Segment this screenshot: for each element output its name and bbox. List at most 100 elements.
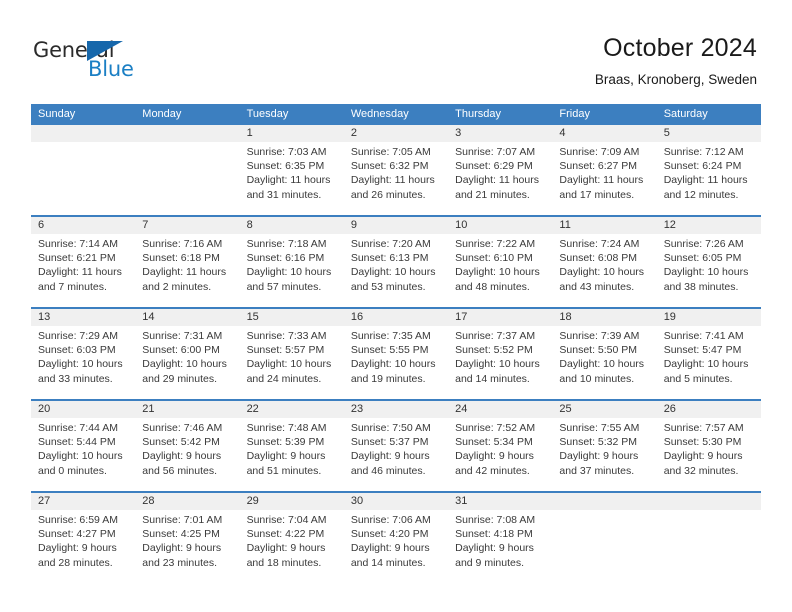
day-number[interactable]: 20	[31, 401, 135, 418]
day-cell[interactable]: Sunrise: 7:31 AM Sunset: 6:00 PM Daylight:…	[135, 326, 239, 399]
day-detail-line: Sunrise: 7:44 AM	[38, 422, 118, 434]
day-detail-line: Sunset: 6:35 PM	[246, 160, 325, 173]
week-detail-row: Sunrise: 7:29 AM Sunset: 6:03 PM Daylight:…	[31, 326, 761, 399]
day-detail-line: and 28 minutes.	[38, 556, 113, 569]
day-cell[interactable]: Sunrise: 7:05 AM Sunset: 6:32 PM Daylight:…	[344, 142, 448, 215]
day-cell[interactable]: Sunrise: 7:48 AM Sunset: 5:39 PM Daylight:…	[240, 418, 344, 491]
week-date-number-band: 13 14 15 16 17 18 19	[31, 309, 761, 326]
day-number[interactable]: 9	[344, 217, 448, 234]
day-number[interactable]: 26	[657, 401, 761, 418]
day-detail-line: and 14 minutes.	[455, 372, 530, 385]
day-detail-line: Sunset: 5:34 PM	[455, 436, 533, 449]
day-cell[interactable]: Sunrise: 7:39 AM Sunset: 5:50 PM Daylight:…	[552, 326, 656, 399]
day-cell[interactable]: Sunrise: 7:01 AM Sunset: 4:25 PM Daylight:…	[135, 510, 239, 583]
day-number[interactable]: 1	[240, 125, 344, 142]
day-detail-line: Sunrise: 7:18 AM	[246, 238, 327, 250]
day-number[interactable]: 19	[657, 309, 761, 326]
day-number[interactable]: 31	[448, 493, 552, 510]
day-detail-line: and 46 minutes.	[350, 464, 426, 477]
day-cell[interactable]: Sunrise: 7:03 AM Sunset: 6:35 PM Daylight:…	[240, 142, 344, 215]
day-cell[interactable]: Sunrise: 6:59 AM Sunset: 4:27 PM Daylight:…	[31, 510, 135, 583]
day-cell[interactable]: Sunrise: 7:04 AM Sunset: 4:22 PM Daylight:…	[240, 510, 344, 583]
brand-logo[interactable]: General Blue	[33, 38, 153, 84]
day-detail-line: Daylight: 9 hours	[38, 542, 117, 555]
day-cell[interactable]: Sunrise: 7:57 AM Sunset: 5:30 PM Daylight:…	[657, 418, 761, 491]
day-cell[interactable]: Sunrise: 7:22 AM Sunset: 6:10 PM Daylight:…	[448, 234, 552, 307]
day-cell[interactable]: Sunrise: 7:14 AM Sunset: 6:21 PM Daylight:…	[31, 234, 135, 307]
day-cell[interactable]: Sunrise: 7:26 AM Sunset: 6:05 PM Daylight:…	[657, 234, 761, 307]
day-number[interactable]: 2	[344, 125, 448, 142]
day-cell[interactable]: Sunrise: 7:07 AM Sunset: 6:29 PM Daylight:…	[448, 142, 552, 215]
day-number[interactable]: 6	[31, 217, 135, 234]
day-detail-line: Sunset: 5:44 PM	[38, 436, 116, 449]
day-detail-line: Daylight: 9 hours	[246, 450, 326, 463]
day-detail-line: and 42 minutes.	[455, 464, 530, 477]
day-cell[interactable]: Sunrise: 7:29 AM Sunset: 6:03 PM Daylight:…	[31, 326, 135, 399]
day-detail-line: Daylight: 9 hours	[142, 450, 222, 463]
day-cell[interactable]: Sunrise: 7:20 AM Sunset: 6:13 PM Daylight:…	[344, 234, 448, 307]
day-number[interactable]: 28	[135, 493, 239, 510]
day-number-empty	[31, 125, 135, 142]
day-number[interactable]: 14	[135, 309, 239, 326]
day-number[interactable]: 5	[657, 125, 761, 142]
day-detail-line: and 9 minutes.	[455, 556, 525, 569]
day-number[interactable]: 17	[448, 309, 552, 326]
day-number[interactable]: 10	[448, 217, 552, 234]
day-detail-line: Sunset: 5:37 PM	[350, 436, 429, 449]
day-detail-line: and 33 minutes.	[38, 372, 113, 385]
day-number[interactable]: 22	[240, 401, 344, 418]
day-cell[interactable]: Sunrise: 7:06 AM Sunset: 4:20 PM Daylight:…	[344, 510, 448, 583]
day-number[interactable]: 27	[31, 493, 135, 510]
day-detail-line: and 29 minutes.	[142, 372, 217, 385]
day-cell[interactable]: Sunrise: 7:35 AM Sunset: 5:55 PM Daylight:…	[344, 326, 448, 399]
day-number[interactable]: 4	[552, 125, 656, 142]
day-cell[interactable]: Sunrise: 7:41 AM Sunset: 5:47 PM Daylight:…	[657, 326, 761, 399]
day-number[interactable]: 24	[448, 401, 552, 418]
day-number[interactable]: 8	[240, 217, 344, 234]
day-cell[interactable]: Sunrise: 7:09 AM Sunset: 6:27 PM Daylight:…	[552, 142, 656, 215]
day-detail-line: Sunset: 5:50 PM	[559, 344, 638, 357]
day-detail-line: Sunset: 4:22 PM	[246, 528, 325, 541]
day-number[interactable]: 23	[344, 401, 448, 418]
day-detail-line: Daylight: 10 hours	[246, 266, 332, 279]
day-detail-line: Daylight: 11 hours	[663, 174, 748, 187]
day-number[interactable]: 12	[657, 217, 761, 234]
day-cell[interactable]: Sunrise: 7:52 AM Sunset: 5:34 PM Daylight:…	[448, 418, 552, 491]
day-number[interactable]: 7	[135, 217, 239, 234]
day-detail-line: Daylight: 11 hours	[559, 174, 644, 187]
day-number[interactable]: 3	[448, 125, 552, 142]
day-detail-line: and 24 minutes.	[246, 372, 322, 385]
weekday-header-tuesday: Tuesday	[246, 108, 289, 120]
day-number[interactable]: 25	[552, 401, 656, 418]
day-cell[interactable]: Sunrise: 7:55 AM Sunset: 5:32 PM Daylight:…	[552, 418, 656, 491]
day-cell[interactable]: Sunrise: 7:37 AM Sunset: 5:52 PM Daylight:…	[448, 326, 552, 399]
day-number[interactable]: 21	[135, 401, 239, 418]
day-cell[interactable]: Sunrise: 7:08 AM Sunset: 4:18 PM Daylight:…	[448, 510, 552, 583]
day-detail-line: Sunrise: 6:59 AM	[38, 514, 118, 526]
day-number[interactable]: 29	[240, 493, 344, 510]
day-detail-line: Sunset: 6:08 PM	[559, 252, 638, 265]
day-cell[interactable]: Sunrise: 7:33 AM Sunset: 5:57 PM Daylight:…	[240, 326, 344, 399]
day-cell[interactable]: Sunrise: 7:12 AM Sunset: 6:24 PM Daylight:…	[657, 142, 761, 215]
day-cell[interactable]: Sunrise: 7:18 AM Sunset: 6:16 PM Daylight:…	[240, 234, 344, 307]
weekday-header-saturday: Saturday	[663, 108, 708, 120]
day-detail-line: Sunrise: 7:37 AM	[455, 330, 536, 342]
weekday-header-friday: Friday	[559, 108, 590, 120]
day-detail-line: Sunset: 4:18 PM	[455, 528, 533, 541]
day-detail-line: Daylight: 9 hours	[455, 542, 534, 555]
day-number[interactable]: 13	[31, 309, 135, 326]
day-cell[interactable]: Sunrise: 7:24 AM Sunset: 6:08 PM Daylight:…	[552, 234, 656, 307]
day-detail-line: Sunset: 6:00 PM	[142, 344, 220, 357]
day-number[interactable]: 18	[552, 309, 656, 326]
day-detail-line: Daylight: 10 hours	[142, 358, 227, 371]
day-number[interactable]: 30	[344, 493, 448, 510]
day-number[interactable]: 11	[552, 217, 656, 234]
day-number[interactable]: 16	[344, 309, 448, 326]
day-cell[interactable]: Sunrise: 7:44 AM Sunset: 5:44 PM Daylight:…	[31, 418, 135, 491]
weekday-header-sunday: Sunday	[38, 108, 76, 120]
day-detail-line: Daylight: 11 hours	[455, 174, 539, 187]
day-number[interactable]: 15	[240, 309, 344, 326]
day-cell[interactable]: Sunrise: 7:16 AM Sunset: 6:18 PM Daylight:…	[135, 234, 239, 307]
day-cell[interactable]: Sunrise: 7:50 AM Sunset: 5:37 PM Daylight:…	[344, 418, 448, 491]
day-cell[interactable]: Sunrise: 7:46 AM Sunset: 5:42 PM Daylight:…	[135, 418, 239, 491]
